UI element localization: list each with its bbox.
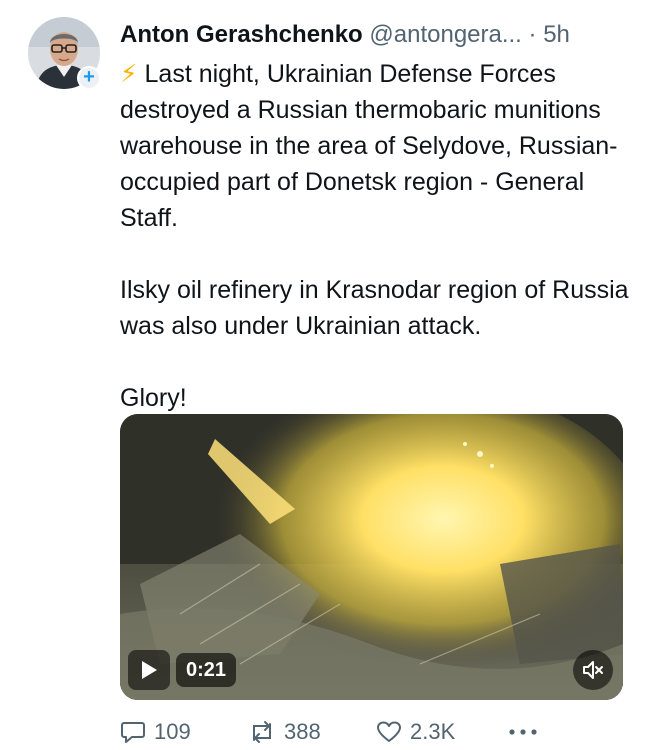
like-button[interactable]: 2.3K [376, 714, 455, 750]
tweet-paragraph-3: Glory! [120, 384, 187, 412]
reply-button[interactable]: 109 [120, 714, 191, 750]
play-button[interactable] [128, 650, 170, 690]
more-icon [509, 729, 537, 735]
follow-plus-icon[interactable]: + [77, 66, 101, 90]
tweet-text: ⚡ Last night, Ukrainian Defense Forces d… [120, 56, 630, 416]
retweet-icon [253, 721, 271, 743]
author-handle[interactable]: @antongera... [369, 21, 521, 48]
separator-dot: · [528, 21, 537, 48]
mute-button[interactable] [573, 650, 613, 690]
retweet-button[interactable]: 388 [248, 714, 321, 750]
tweet-paragraph-1-text: Last night, Ukrainian Defense Forces des… [120, 60, 618, 232]
reply-icon [121, 722, 145, 743]
speaker-icon [583, 661, 603, 679]
avatar-container[interactable]: + [28, 17, 102, 91]
timestamp[interactable]: 5h [543, 21, 570, 48]
tweet[interactable]: + Anton Gerashchenko @antongera... · 5h … [0, 0, 647, 750]
tweet-header: Anton Gerashchenko @antongera... · 5h [120, 18, 570, 52]
retweet-count: 388 [284, 719, 321, 744]
video-duration: 0:21 [176, 653, 237, 687]
tweet-paragraph-1: ⚡ Last night, Ukrainian Defense Forces d… [120, 56, 630, 236]
tweet-actions: 109 388 2.3K [120, 714, 630, 750]
like-count: 2.3K [410, 719, 456, 744]
lightning-bolt-icon: ⚡ [120, 60, 138, 88]
tweet-paragraph-2: Ilsky oil refinery in Krasnodar region o… [120, 276, 629, 340]
heart-icon [377, 721, 401, 742]
author-name[interactable]: Anton Gerashchenko [120, 21, 363, 48]
play-icon [142, 661, 157, 679]
reply-count: 109 [154, 719, 191, 744]
more-button[interactable] [508, 714, 546, 750]
